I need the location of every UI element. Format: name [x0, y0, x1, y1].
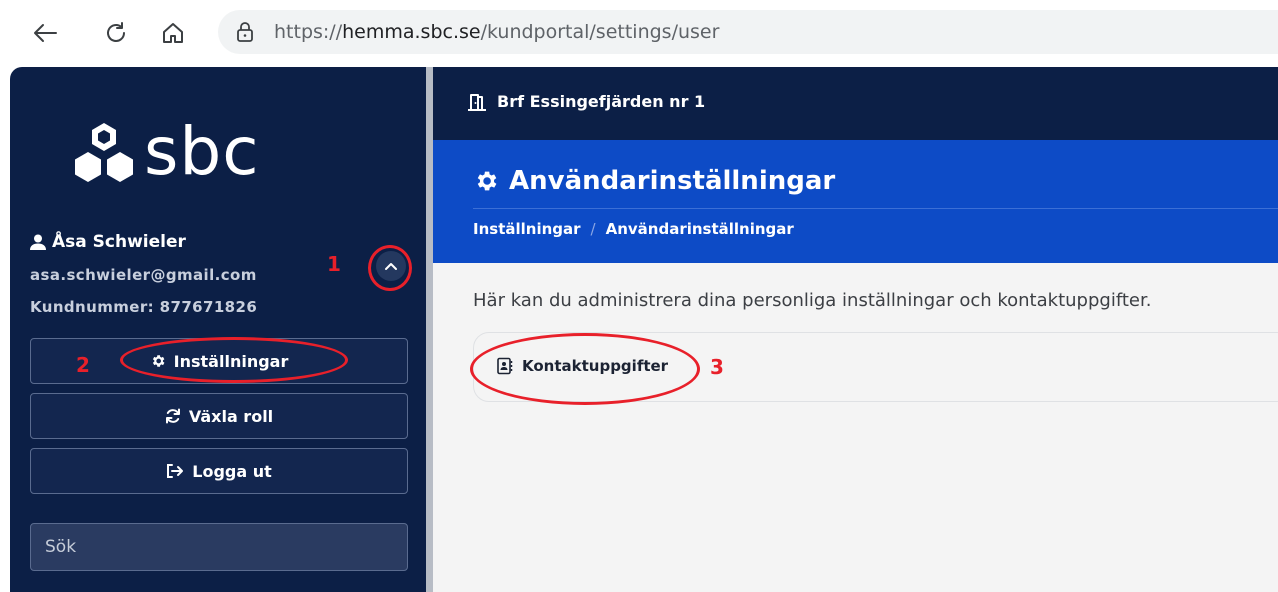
user-email: asa.schwieler@gmail.com	[30, 266, 257, 284]
reload-icon	[107, 22, 125, 42]
breadcrumb-separator: /	[590, 220, 596, 238]
page-description: Här kan du administrera dina personliga …	[473, 290, 1152, 311]
logout-button-label: Logga ut	[192, 461, 272, 481]
sidebar-resize-handle[interactable]	[426, 67, 433, 592]
arrow-left-icon	[34, 24, 57, 42]
logout-icon	[167, 464, 184, 478]
user-name: Åsa Schwieler	[30, 232, 186, 252]
gear-icon	[477, 171, 497, 191]
home-icon	[163, 23, 183, 43]
annotation-circle-1	[368, 245, 412, 291]
lock-icon	[236, 22, 254, 47]
browser-toolbar: https://hemma.sbc.se/kundportal/settings…	[0, 0, 1278, 62]
sbc-logo[interactable]: sbc	[72, 119, 260, 185]
home-button[interactable]	[158, 18, 188, 48]
breadcrumb-settings[interactable]: Inställningar	[473, 220, 581, 238]
annotation-circle-2	[120, 337, 348, 383]
address-bar[interactable]: https://hemma.sbc.se/kundportal/settings…	[218, 10, 1278, 54]
reload-button[interactable]	[101, 18, 131, 48]
annotation-number-3: 3	[710, 355, 724, 379]
header-divider	[473, 208, 1278, 209]
annotation-number-1: 1	[327, 252, 341, 276]
sbc-logo-icon	[75, 123, 133, 182]
logo-text: sbc	[144, 113, 260, 190]
user-icon	[30, 234, 46, 250]
sidebar: sbc Åsa Schwieler asa.schwieler@gmail.co…	[10, 67, 426, 592]
search-input[interactable]	[30, 523, 408, 571]
top-bar: Brf Essingefjärden nr 1	[433, 67, 1278, 140]
customer-number: Kundnummer: 877671826	[30, 298, 258, 316]
organization[interactable]: Brf Essingefjärden nr 1	[467, 92, 705, 111]
organization-name: Brf Essingefjärden nr 1	[497, 92, 706, 111]
logout-button[interactable]: Logga ut	[30, 448, 408, 494]
building-door-icon	[468, 93, 486, 111]
breadcrumb-user-settings: Användarinställningar	[605, 220, 794, 238]
back-button[interactable]	[30, 18, 60, 48]
main-content: Här kan du administrera dina personliga …	[433, 263, 1278, 592]
user-name-label: Åsa Schwieler	[52, 232, 186, 252]
breadcrumb: Inställningar / Användarinställningar	[473, 220, 794, 238]
page-title-text: Användarinställningar	[509, 166, 836, 196]
page-header: Användarinställningar Inställningar / An…	[433, 140, 1278, 263]
annotation-number-2: 2	[76, 353, 90, 377]
sync-icon	[165, 408, 180, 424]
switch-role-button[interactable]: Växla roll	[30, 393, 408, 439]
url-text: https://hemma.sbc.se/kundportal/settings…	[274, 21, 720, 43]
page-title: Användarinställningar	[473, 166, 835, 196]
switch-role-button-label: Växla roll	[188, 406, 274, 426]
annotation-circle-3	[470, 333, 700, 405]
